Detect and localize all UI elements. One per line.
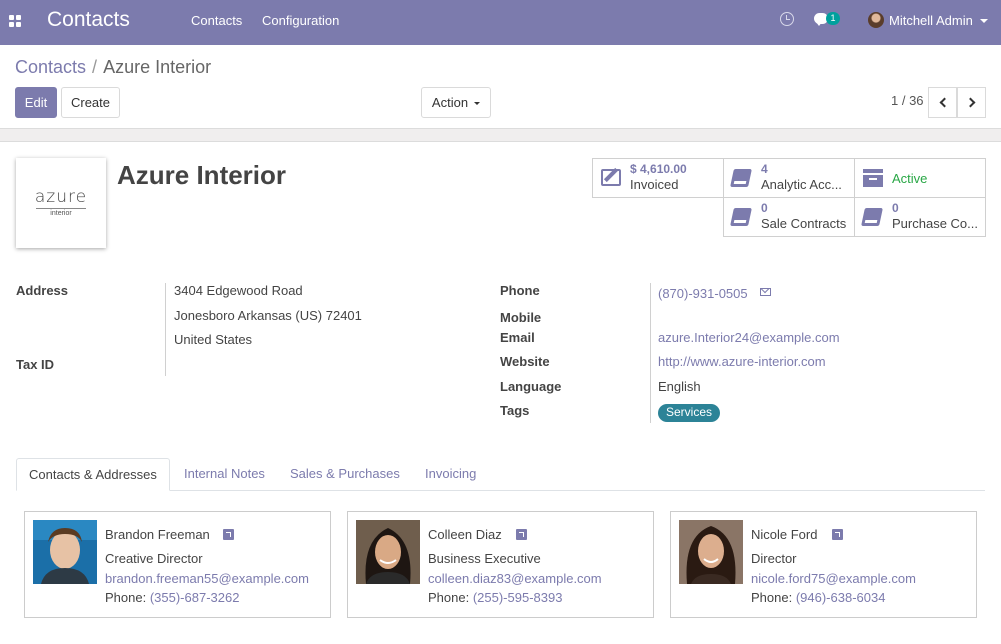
contact-photo (679, 520, 743, 584)
menu-configuration[interactable]: Configuration (262, 13, 339, 28)
action-dropdown[interactable]: Action (421, 87, 491, 118)
form-sheet-separator (0, 128, 1001, 142)
edit-button[interactable]: Edit (15, 87, 57, 118)
chevron-left-icon (939, 97, 950, 108)
breadcrumb-current: Azure Interior (103, 57, 212, 77)
contact-photo (33, 520, 97, 584)
contact-phone-number[interactable]: (946)-638-6034 (796, 590, 886, 605)
external-link-icon[interactable] (223, 529, 234, 540)
logo-text: azure (34, 187, 88, 207)
contact-phone-number[interactable]: (255)-595-8393 (473, 590, 563, 605)
contact-photo (356, 520, 420, 584)
phone-prefix: Phone: (751, 590, 796, 605)
user-menu-caret-icon[interactable] (980, 19, 988, 23)
tab-invoicing[interactable]: Invoicing (413, 458, 488, 491)
language-value: English (658, 379, 701, 394)
tag-badge[interactable]: Services (658, 404, 721, 422)
invoiced-value: $ 4,610.00 (630, 162, 687, 176)
contact-phone-number[interactable]: (355)-687-3262 (150, 590, 240, 605)
invoiced-smart-button[interactable]: $ 4,610.00 Invoiced (592, 158, 724, 198)
app-brand[interactable]: Contacts (47, 8, 130, 32)
tax-id-label: Tax ID (16, 357, 55, 372)
apps-menu-icon[interactable] (9, 15, 21, 27)
contact-card[interactable]: Nicole Ford Director nicole.ford75@examp… (670, 511, 977, 618)
contact-email[interactable]: nicole.ford75@example.com (751, 571, 916, 586)
menu-contacts[interactable]: Contacts (191, 13, 242, 28)
contact-function: Director (751, 551, 797, 566)
breadcrumb: Contacts / Azure Interior (15, 57, 211, 78)
logo-subtext: interior (36, 208, 86, 218)
pencil-square-icon (601, 169, 621, 186)
tab-internal-notes[interactable]: Internal Notes (172, 458, 277, 491)
book-icon (861, 208, 883, 226)
contact-name: Colleen Diaz (428, 527, 502, 542)
analytic-count: 4 (761, 162, 768, 176)
action-label: Action (431, 95, 469, 110)
action-caret-icon (474, 102, 481, 106)
external-link-icon[interactable] (516, 529, 527, 540)
partner-logo[interactable]: azure interior (16, 158, 106, 248)
contact-name: Brandon Freeman (105, 527, 210, 542)
phone-link[interactable]: (870)-931-0505 (658, 286, 748, 301)
user-menu[interactable]: Mitchell Admin (889, 13, 973, 28)
archive-icon (861, 169, 885, 189)
mobile-label: Mobile (500, 310, 542, 325)
pager-value[interactable]: 1 / 36 (891, 93, 924, 108)
sale-contracts-smart-button[interactable]: 0 Sale Contracts (723, 197, 855, 237)
address-line3: United States (174, 332, 253, 347)
analytic-label: Analytic Acc... (761, 177, 842, 192)
contact-phone: Phone: (946)-638-6034 (751, 590, 885, 605)
sale-contracts-label: Sale Contracts (761, 216, 847, 231)
contact-card[interactable]: Brandon Freeman Creative Director brando… (24, 511, 331, 618)
external-link-icon[interactable] (832, 529, 843, 540)
pager-next-button[interactable] (957, 87, 986, 118)
right-field-divider (650, 283, 651, 423)
user-avatar[interactable] (868, 12, 884, 28)
envelope-sms-icon[interactable] (760, 288, 771, 296)
address-line1: 3404 Edgewood Road (174, 283, 303, 298)
contact-function: Creative Director (105, 551, 203, 566)
book-icon (730, 208, 752, 226)
chat-counter-badge: 1 (826, 12, 840, 25)
partner-name: Azure Interior (117, 160, 287, 190)
website-label: Website (500, 354, 550, 369)
address-line2: Jonesboro Arkansas (US) 72401 (174, 308, 362, 323)
contact-name: Nicole Ford (751, 527, 818, 542)
email-link[interactable]: azure.Interior24@example.com (658, 330, 840, 345)
phone-prefix: Phone: (105, 590, 150, 605)
tab-sales-purchases[interactable]: Sales & Purchases (278, 458, 412, 491)
contact-email[interactable]: colleen.diaz83@example.com (428, 571, 602, 586)
top-navbar: Contacts Contacts Configuration 1 Mitche… (0, 0, 1001, 45)
left-field-divider (165, 283, 166, 376)
contact-card[interactable]: Colleen Diaz Business Executive colleen.… (347, 511, 654, 618)
contact-phone: Phone: (255)-595-8393 (428, 590, 562, 605)
pager-previous-button[interactable] (928, 87, 957, 118)
contact-function: Business Executive (428, 551, 541, 566)
website-link[interactable]: http://www.azure-interior.com (658, 354, 826, 369)
language-label: Language (500, 379, 562, 394)
analytic-accounts-smart-button[interactable]: 4 Analytic Acc... (723, 158, 855, 198)
phone-label: Phone (500, 283, 540, 298)
breadcrumb-separator: / (92, 57, 98, 77)
contact-email[interactable]: brandon.freeman55@example.com (105, 571, 309, 586)
breadcrumb-contacts-link[interactable]: Contacts (15, 57, 86, 77)
invoiced-label: Invoiced (630, 177, 679, 192)
purchase-contracts-smart-button[interactable]: 0 Purchase Co... (854, 197, 986, 237)
book-icon (730, 169, 752, 187)
address-label: Address (16, 283, 69, 298)
create-button[interactable]: Create (61, 87, 120, 118)
email-label: Email (500, 330, 535, 345)
active-toggle-button[interactable]: Active (854, 158, 986, 198)
contact-phone: Phone: (355)-687-3262 (105, 590, 239, 605)
tags-label: Tags (500, 403, 530, 418)
tab-contacts-addresses[interactable]: Contacts & Addresses (16, 458, 170, 491)
purchase-count: 0 (892, 201, 899, 215)
sale-contracts-count: 0 (761, 201, 768, 215)
chevron-right-icon (965, 97, 976, 108)
purchase-label: Purchase Co... (892, 216, 978, 231)
phone-prefix: Phone: (428, 590, 473, 605)
activity-clock-icon[interactable] (780, 12, 794, 26)
active-label: Active (892, 171, 928, 186)
